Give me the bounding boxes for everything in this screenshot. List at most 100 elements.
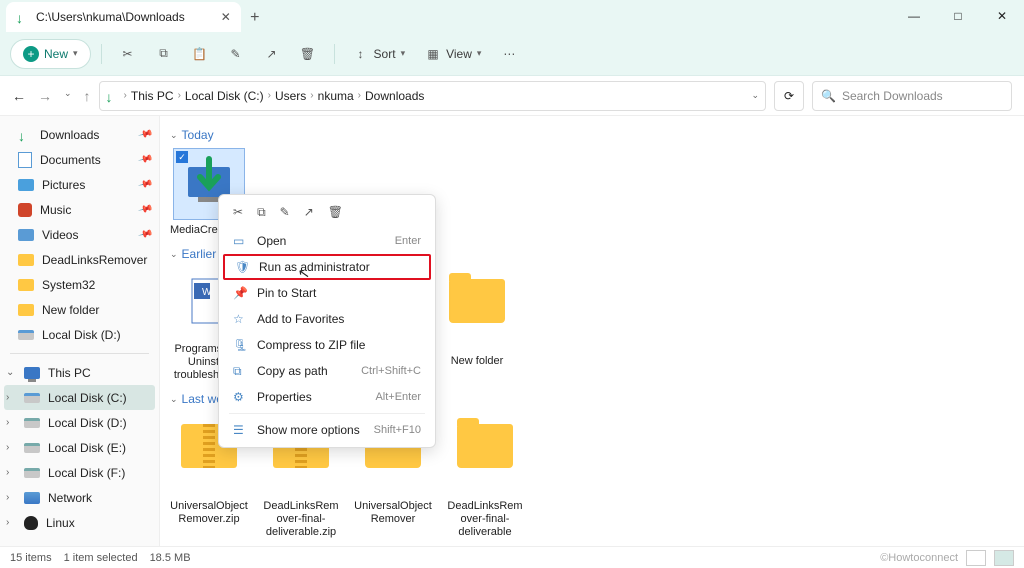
new-tab-button[interactable]: + [241,4,269,32]
sidebar-item[interactable]: DeadLinksRemover [0,247,159,272]
context-menu-item[interactable]: ⚙PropertiesAlt+Enter [223,384,431,410]
window-tab[interactable]: C:\Users\nkuma\Downloads ✕ [6,2,241,32]
sidebar-drive[interactable]: ›Local Disk (E:) [0,435,159,460]
trash-icon[interactable]: 🗑 [328,205,343,220]
close-window-button[interactable]: ✕ [980,0,1024,32]
tab-title: C:\Users\nkuma\Downloads [36,10,185,24]
scissors-icon: ✂ [120,46,136,62]
sidebar-item[interactable]: Music📌 [0,197,159,222]
cut-icon[interactable]: ✂ [233,205,243,220]
up-button[interactable]: ↑ [84,88,91,104]
sidebar-network[interactable]: ›Network [0,485,159,510]
minimize-button[interactable]: — [892,0,936,32]
context-menu-item[interactable]: ▭OpenEnter [223,228,431,254]
sidebar-item[interactable]: New folder [0,297,159,322]
disk-icon [24,443,40,453]
share-button[interactable]: ↗ [256,39,288,69]
sidebar-item[interactable]: Documents📌 [0,147,159,172]
more-icon: ☰ [233,423,247,437]
group-header[interactable]: ⌄Today [170,128,1014,142]
maximize-button[interactable]: □ [936,0,980,32]
file-item[interactable]: DeadLinksRemover-final-deliverable [446,412,524,539]
context-menu-item[interactable]: 🗜Compress to ZIP file [223,332,431,358]
breadcrumb-item[interactable]: nkuma [318,89,354,103]
breadcrumb-item[interactable]: Downloads [365,89,424,103]
close-tab-icon[interactable]: ✕ [221,10,231,24]
paste-button[interactable]: 📋 [184,39,216,69]
svg-text:W: W [202,287,212,298]
breadcrumb-item[interactable]: This PC [131,89,174,103]
sort-icon: ↕ [353,46,369,62]
chevron-down-icon[interactable]: ⌄ [751,90,759,101]
file-label: UniversalObjectRemover.zip [170,500,248,526]
vid-icon [18,229,34,241]
context-menu: ✂ ⧉ ✎ ↗ 🗑 ▭OpenEnter🛡Run as administrato… [218,194,436,448]
context-menu-item[interactable]: ⧉Copy as pathCtrl+Shift+C [223,358,431,384]
address-bar[interactable]: › This PC› Local Disk (C:)› Users› nkuma… [99,81,766,111]
rename-icon[interactable]: ✎ [280,205,290,220]
pic-icon [18,179,34,191]
sidebar-item[interactable]: Downloads📌 [0,122,159,147]
trash-icon: 🗑 [300,46,316,62]
view-button[interactable]: ▦View▾ [417,39,489,69]
sidebar-this-pc[interactable]: ⌄This PC [0,360,159,385]
downloads-icon [16,10,30,24]
refresh-button[interactable]: ⟳ [774,81,804,111]
doc-icon [18,152,32,168]
copy-icon: ⧉ [233,364,247,379]
sidebar-item[interactable]: Videos📌 [0,222,159,247]
breadcrumb-item[interactable]: Local Disk (C:) [185,89,264,103]
copy-button[interactable]: ⧉ [148,39,180,69]
pin-icon: 📌 [233,286,247,300]
sidebar-item[interactable]: Pictures📌 [0,172,159,197]
search-input[interactable]: 🔍 Search Downloads [812,81,1012,111]
details-view-button[interactable] [966,550,986,566]
forward-button[interactable]: → [38,88,52,104]
shortcut-label: Shift+F10 [374,424,421,436]
rename-button[interactable]: ✎ [220,39,252,69]
sidebar-drive[interactable]: ›Local Disk (C:) [4,385,155,410]
recent-button[interactable]: ⌄ [64,88,72,104]
status-size: 18.5 MB [150,552,191,564]
linux-icon [24,516,38,530]
new-button[interactable]: + New ▾ [10,39,91,69]
fold-icon [18,254,34,266]
paste-icon: 📋 [192,46,208,62]
pin-icon: 📌 [137,127,153,143]
shortcut-label: Alt+Enter [375,391,421,403]
cut-button[interactable]: ✂ [112,39,144,69]
fold-icon [18,304,34,316]
more-button[interactable]: ⋯ [493,39,525,69]
sidebar-item[interactable]: System32 [0,272,159,297]
sidebar-linux[interactable]: ›Linux [0,510,159,535]
back-button[interactable]: ← [12,88,26,104]
context-menu-item[interactable]: ☰Show more optionsShift+F10 [223,417,431,443]
prop-icon: ⚙ [233,390,247,404]
context-menu-item[interactable]: ☆Add to Favorites [223,306,431,332]
context-menu-item[interactable]: 🛡Run as administrator [223,254,431,280]
pin-icon: 📌 [137,202,153,218]
breadcrumb-item[interactable]: Users [275,89,306,103]
open-icon: ▭ [233,234,247,248]
mus-icon [18,203,32,217]
fold-icon [18,279,34,291]
plus-icon: + [23,46,39,62]
copy-icon: ⧉ [156,46,172,62]
search-icon: 🔍 [821,89,836,103]
share-icon[interactable]: ↗ [304,205,314,220]
thumbnails-view-button[interactable] [994,550,1014,566]
rename-icon: ✎ [228,46,244,62]
sidebar-drive[interactable]: ›Local Disk (D:) [0,410,159,435]
refresh-icon: ⟳ [784,89,794,103]
watermark: ©Howtoconnect [880,552,958,564]
file-item[interactable]: New folder [438,267,516,382]
pin-icon: 📌 [137,152,153,168]
sidebar-item[interactable]: Local Disk (D:) [0,322,159,347]
file-label: DeadLinksRemover-final-deliverable.zip [262,500,340,539]
star-icon: ☆ [233,312,247,326]
context-menu-item[interactable]: 📌Pin to Start [223,280,431,306]
sort-button[interactable]: ↕Sort▾ [345,39,414,69]
copy-icon[interactable]: ⧉ [257,205,266,220]
delete-button[interactable]: 🗑 [292,39,324,69]
sidebar-drive[interactable]: ›Local Disk (F:) [0,460,159,485]
